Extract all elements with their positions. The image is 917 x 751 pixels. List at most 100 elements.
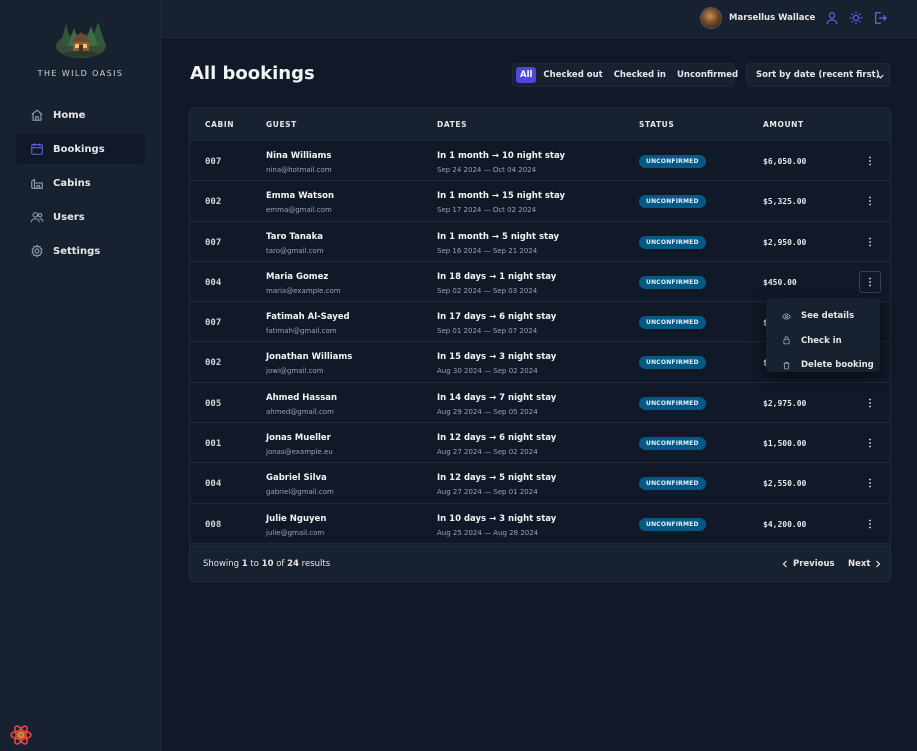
summary-to: 10	[261, 559, 274, 569]
more-vertical-icon	[869, 277, 871, 287]
row-menu-button[interactable]	[859, 150, 881, 172]
chevron-right-icon	[876, 560, 881, 568]
trash-icon	[783, 361, 790, 370]
users-icon	[30, 212, 44, 223]
summary-suffix: results	[301, 559, 331, 569]
summary-total: 24	[287, 559, 299, 569]
row-menu-button[interactable]	[859, 231, 881, 253]
table-row: 007 Taro Tanaka taro@gmail.com In 1 month →…	[190, 221, 890, 262]
menu-item-delete-booking[interactable]: Delete booking	[766, 353, 880, 378]
guest-name: Nina Williams	[266, 151, 332, 161]
user-icon[interactable]	[825, 11, 839, 25]
stay-summary: In 1 month → 10 night stay	[437, 151, 565, 161]
cabin-number: 002	[205, 197, 222, 208]
page-title: All bookings	[190, 63, 315, 84]
more-vertical-icon	[869, 519, 871, 529]
stay-summary: In 14 days → 7 night stay	[437, 392, 557, 403]
table-row: 004 Maria Gomez maria@example.com In 18 day…	[190, 261, 890, 303]
stay-summary: In 12 days → 5 night stay	[437, 473, 557, 484]
cabin-number: 007	[205, 318, 222, 329]
table-row: 004 Gabriel Silva gabriel@gmail.com In 12 d…	[190, 463, 890, 504]
booking-amount: $2,550.00	[763, 479, 807, 489]
filter-all-button[interactable]: All	[516, 67, 537, 83]
column-header-amount: AMOUNT	[763, 120, 804, 129]
table-header: CABIN GUEST DATES STATUS AMOUNT	[190, 108, 890, 141]
next-page-button[interactable]: Next	[848, 559, 882, 569]
stay-summary: In 12 days → 6 night stay	[437, 433, 557, 444]
filter-unconfirmed-button[interactable]: Unconfirmed	[673, 67, 742, 83]
previous-page-button[interactable]: Previous	[781, 559, 835, 569]
booking-amount: $450.00	[763, 277, 797, 287]
more-vertical-icon	[869, 156, 871, 166]
guest-name: Ahmed Hassan	[266, 392, 338, 403]
logout-icon[interactable]	[873, 11, 887, 25]
guest-name: Jonathan Williams	[266, 352, 353, 363]
status-badge: UNCONFIRMED	[639, 437, 706, 451]
table-row: 001 Jonas Mueller jonas@example.eu In 12 da…	[190, 423, 890, 464]
sidebar-item-label: Users	[53, 211, 85, 223]
sidebar: THE WILD OASIS Home Bookings Cabins User…	[0, 0, 161, 751]
filter-checked-in-button[interactable]: Checked in	[610, 67, 670, 83]
home-icon	[31, 109, 43, 121]
filter-checked-out-button[interactable]: Checked out	[539, 67, 606, 83]
guest-email: maria@example.com	[266, 286, 341, 295]
sun-icon[interactable]	[849, 11, 863, 25]
column-header-cabin: CABIN	[205, 120, 235, 129]
booking-amount: $4,200.00	[763, 519, 807, 529]
next-label: Next	[848, 559, 871, 569]
sidebar-item-settings[interactable]: Settings	[16, 236, 145, 266]
guest-name: Taro Tanaka	[266, 231, 324, 242]
stay-dates: Aug 25 2024 — Aug 28 2024	[437, 528, 539, 537]
row-actions-menu: See details Check in Delete booking	[766, 298, 880, 372]
stay-dates: Sep 16 2024 — Sep 21 2024	[437, 246, 538, 255]
cabin-number: 001	[205, 439, 222, 450]
sort-select[interactable]: Sort by date (recent first)	[746, 63, 890, 87]
stay-dates: Aug 29 2024 — Sep 05 2024	[437, 407, 538, 416]
sort-select-value: Sort by date (recent first)	[756, 70, 880, 80]
cabin-number: 007	[205, 157, 222, 167]
react-query-devtools-icon[interactable]	[9, 723, 33, 747]
cabin-number: 002	[205, 358, 222, 369]
sidebar-item-label: Home	[53, 109, 86, 121]
guest-email: nina@hotmail.com	[266, 166, 332, 174]
more-vertical-icon	[869, 196, 871, 206]
stay-dates: Aug 27 2024 — Sep 02 2024	[437, 448, 538, 457]
summary-prefix: Showing	[203, 559, 240, 569]
settings-icon	[31, 244, 43, 258]
stay-dates: Aug 27 2024 — Sep 01 2024	[437, 488, 538, 497]
sidebar-item-home[interactable]: Home	[16, 100, 145, 130]
sidebar-item-bookings[interactable]: Bookings	[16, 134, 145, 164]
row-menu-button[interactable]	[859, 472, 881, 494]
menu-item-label: Delete booking	[801, 360, 874, 371]
guest-email: gabriel@gmail.com	[266, 488, 334, 497]
menu-item-check-in[interactable]: Check in	[766, 329, 880, 354]
table-row: 008 Julie Nguyen julie@gmail.com In 10 days…	[190, 503, 890, 544]
row-menu-button[interactable]	[859, 190, 881, 212]
summary-of-label: of	[276, 559, 285, 569]
guest-email: ahmed@gmail.com	[266, 407, 334, 416]
more-vertical-icon	[869, 237, 871, 246]
sidebar-item-cabins[interactable]: Cabins	[16, 168, 145, 198]
menu-item-see-details[interactable]: See details	[766, 304, 880, 329]
table-row: 007 Nina Williams nina@hotmail.com In 1 mon…	[190, 141, 890, 182]
sidebar-item-label: Cabins	[53, 177, 91, 189]
status-badge: UNCONFIRMED	[639, 195, 706, 209]
guest-name: Maria Gomez	[266, 271, 329, 282]
brand-name: THE WILD OASIS	[37, 69, 124, 78]
row-menu-button[interactable]	[859, 432, 881, 454]
sidebar-item-users[interactable]: Users	[16, 202, 145, 232]
stay-summary: In 1 month → 15 night stay	[437, 191, 565, 202]
cabin-number: 007	[205, 237, 222, 248]
row-menu-button[interactable]	[859, 270, 881, 293]
pagination-summary: Showing 1 to 10 of 24 results	[203, 559, 330, 569]
row-menu-button[interactable]	[859, 392, 881, 414]
logo-image	[56, 22, 106, 58]
summary-to-label: to	[250, 559, 259, 569]
status-badge: UNCONFIRMED	[639, 155, 706, 168]
booking-amount: $5,325.00	[763, 197, 807, 207]
stay-summary: In 18 days → 1 night stay	[437, 271, 557, 282]
calendar-icon	[31, 143, 43, 155]
row-menu-button[interactable]	[859, 513, 881, 535]
check-in-icon	[783, 336, 790, 345]
table-row: 005 Ahmed Hassan ahmed@gmail.com In 14 days…	[190, 382, 890, 424]
